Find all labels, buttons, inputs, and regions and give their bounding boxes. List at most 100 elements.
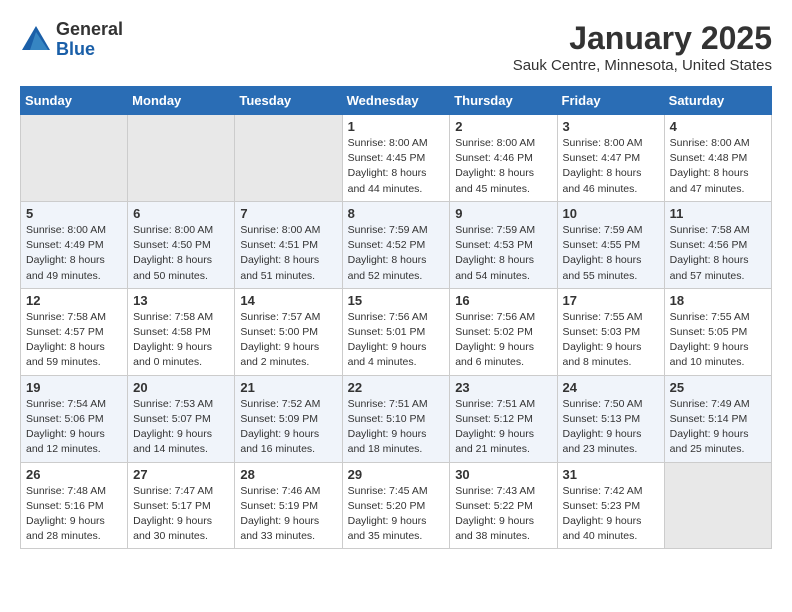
day-cell — [235, 115, 342, 202]
day-cell: 6 Sunrise: 8:00 AM Sunset: 4:50 PM Daylig… — [128, 201, 235, 288]
day-cell: 8 Sunrise: 7:59 AM Sunset: 4:52 PM Daylig… — [342, 201, 450, 288]
day-number: 13 — [133, 293, 229, 308]
day-number: 17 — [563, 293, 659, 308]
day-cell: 31 Sunrise: 7:42 AM Sunset: 5:23 PM Dayli… — [557, 462, 664, 549]
title-area: January 2025 Sauk Centre, Minnesota, Uni… — [513, 20, 772, 74]
day-cell — [664, 462, 771, 549]
calendar-subtitle: Sauk Centre, Minnesota, United States — [513, 57, 772, 74]
day-number: 24 — [563, 380, 659, 395]
day-cell: 30Sunrise: 7:43 AM Sunset: 5:22 PM Dayli… — [450, 462, 557, 549]
logo-blue: Blue — [56, 40, 123, 60]
logo-icon — [20, 24, 52, 56]
day-cell: 15 Sunrise: 7:56 AM Sunset: 5:01 PM Dayli… — [342, 288, 450, 375]
day-number: 12 — [26, 293, 122, 308]
day-cell: 16 Sunrise: 7:56 AM Sunset: 5:02 PM Dayli… — [450, 288, 557, 375]
header-cell-saturday: Saturday — [664, 87, 771, 115]
day-info: Sunrise: 8:00 AM Sunset: 4:47 PM Dayligh… — [563, 136, 659, 197]
day-info: Sunrise: 7:53 AM Sunset: 5:07 PM Dayligh… — [133, 397, 229, 458]
day-cell: 20 Sunrise: 7:53 AM Sunset: 5:07 PM Dayli… — [128, 375, 235, 462]
day-number: 5 — [26, 206, 122, 221]
day-number: 16 — [455, 293, 551, 308]
logo-text: General Blue — [56, 20, 123, 60]
day-info: Sunrise: 8:00 AM Sunset: 4:45 PM Dayligh… — [348, 136, 445, 197]
day-cell: 18Sunrise: 7:55 AM Sunset: 5:05 PM Dayli… — [664, 288, 771, 375]
day-info: Sunrise: 7:56 AM Sunset: 5:01 PM Dayligh… — [348, 310, 445, 371]
day-cell: 25 Sunrise: 7:49 AM Sunset: 5:14 PM Dayli… — [664, 375, 771, 462]
day-info: Sunrise: 8:00 AM Sunset: 4:49 PM Dayligh… — [26, 223, 122, 284]
day-cell: 1 Sunrise: 8:00 AM Sunset: 4:45 PM Daylig… — [342, 115, 450, 202]
day-cell: 12 Sunrise: 7:58 AM Sunset: 4:57 PM Dayli… — [21, 288, 128, 375]
day-number: 3 — [563, 119, 659, 134]
day-cell: 22 Sunrise: 7:51 AM Sunset: 5:10 PM Dayli… — [342, 375, 450, 462]
day-number: 31 — [563, 467, 659, 482]
day-info: Sunrise: 7:56 AM Sunset: 5:02 PM Dayligh… — [455, 310, 551, 371]
day-number: 6 — [133, 206, 229, 221]
day-cell: 21 Sunrise: 7:52 AM Sunset: 5:09 PM Dayli… — [235, 375, 342, 462]
day-cell: 28 Sunrise: 7:46 AM Sunset: 5:19 PM Dayli… — [235, 462, 342, 549]
day-cell: 2Sunrise: 8:00 AM Sunset: 4:46 PM Daylig… — [450, 115, 557, 202]
calendar-table: SundayMondayTuesdayWednesdayThursdayFrid… — [20, 86, 772, 549]
day-number: 22 — [348, 380, 445, 395]
day-number: 25 — [670, 380, 766, 395]
day-cell — [21, 115, 128, 202]
day-cell: 7 Sunrise: 8:00 AM Sunset: 4:51 PM Daylig… — [235, 201, 342, 288]
header-cell-friday: Friday — [557, 87, 664, 115]
day-number: 2 — [455, 119, 551, 134]
day-info: Sunrise: 7:49 AM Sunset: 5:14 PM Dayligh… — [670, 397, 766, 458]
day-info: Sunrise: 7:59 AM Sunset: 4:52 PM Dayligh… — [348, 223, 445, 284]
day-number: 18 — [670, 293, 766, 308]
day-cell: 3 Sunrise: 8:00 AM Sunset: 4:47 PM Daylig… — [557, 115, 664, 202]
header-cell-sunday: Sunday — [21, 87, 128, 115]
day-number: 27 — [133, 467, 229, 482]
day-cell — [128, 115, 235, 202]
day-info: Sunrise: 7:45 AM Sunset: 5:20 PM Dayligh… — [348, 484, 445, 545]
day-info: Sunrise: 7:52 AM Sunset: 5:09 PM Dayligh… — [240, 397, 336, 458]
day-number: 4 — [670, 119, 766, 134]
day-info: Sunrise: 8:00 AM Sunset: 4:50 PM Dayligh… — [133, 223, 229, 284]
day-info: Sunrise: 7:50 AM Sunset: 5:13 PM Dayligh… — [563, 397, 659, 458]
day-number: 23 — [455, 380, 551, 395]
day-number: 8 — [348, 206, 445, 221]
day-info: Sunrise: 7:51 AM Sunset: 5:10 PM Dayligh… — [348, 397, 445, 458]
day-info: Sunrise: 7:43 AM Sunset: 5:22 PM Dayligh… — [455, 484, 551, 545]
day-number: 1 — [348, 119, 445, 134]
day-number: 19 — [26, 380, 122, 395]
week-row-3: 12 Sunrise: 7:58 AM Sunset: 4:57 PM Dayli… — [21, 288, 772, 375]
day-cell: 27Sunrise: 7:47 AM Sunset: 5:17 PM Dayli… — [128, 462, 235, 549]
day-info: Sunrise: 7:55 AM Sunset: 5:03 PM Dayligh… — [563, 310, 659, 371]
day-cell: 19 Sunrise: 7:54 AM Sunset: 5:06 PM Dayli… — [21, 375, 128, 462]
day-number: 15 — [348, 293, 445, 308]
day-number: 26 — [26, 467, 122, 482]
day-info: Sunrise: 7:58 AM Sunset: 4:58 PM Dayligh… — [133, 310, 229, 371]
day-number: 7 — [240, 206, 336, 221]
header: General Blue January 2025 Sauk Centre, M… — [20, 20, 772, 74]
day-cell: 24 Sunrise: 7:50 AM Sunset: 5:13 PM Dayli… — [557, 375, 664, 462]
day-number: 28 — [240, 467, 336, 482]
day-info: Sunrise: 7:42 AM Sunset: 5:23 PM Dayligh… — [563, 484, 659, 545]
day-cell: 29 Sunrise: 7:45 AM Sunset: 5:20 PM Dayli… — [342, 462, 450, 549]
day-info: Sunrise: 8:00 AM Sunset: 4:51 PM Dayligh… — [240, 223, 336, 284]
logo: General Blue — [20, 20, 123, 60]
day-cell: 9Sunrise: 7:59 AM Sunset: 4:53 PM Daylig… — [450, 201, 557, 288]
week-row-1: 1 Sunrise: 8:00 AM Sunset: 4:45 PM Daylig… — [21, 115, 772, 202]
day-number: 29 — [348, 467, 445, 482]
day-cell: 4 Sunrise: 8:00 AM Sunset: 4:48 PM Daylig… — [664, 115, 771, 202]
day-number: 10 — [563, 206, 659, 221]
day-cell: 26Sunrise: 7:48 AM Sunset: 5:16 PM Dayli… — [21, 462, 128, 549]
day-info: Sunrise: 8:00 AM Sunset: 4:48 PM Dayligh… — [670, 136, 766, 197]
day-number: 9 — [455, 206, 551, 221]
day-cell: 11Sunrise: 7:58 AM Sunset: 4:56 PM Dayli… — [664, 201, 771, 288]
header-cell-tuesday: Tuesday — [235, 87, 342, 115]
day-info: Sunrise: 7:54 AM Sunset: 5:06 PM Dayligh… — [26, 397, 122, 458]
header-cell-wednesday: Wednesday — [342, 87, 450, 115]
day-info: Sunrise: 7:46 AM Sunset: 5:19 PM Dayligh… — [240, 484, 336, 545]
day-number: 20 — [133, 380, 229, 395]
day-cell: 14Sunrise: 7:57 AM Sunset: 5:00 PM Dayli… — [235, 288, 342, 375]
header-cell-monday: Monday — [128, 87, 235, 115]
logo-general: General — [56, 20, 123, 40]
day-number: 21 — [240, 380, 336, 395]
day-cell: 10Sunrise: 7:59 AM Sunset: 4:55 PM Dayli… — [557, 201, 664, 288]
calendar-title: January 2025 — [513, 20, 772, 57]
week-row-4: 19 Sunrise: 7:54 AM Sunset: 5:06 PM Dayli… — [21, 375, 772, 462]
day-info: Sunrise: 7:58 AM Sunset: 4:57 PM Dayligh… — [26, 310, 122, 371]
